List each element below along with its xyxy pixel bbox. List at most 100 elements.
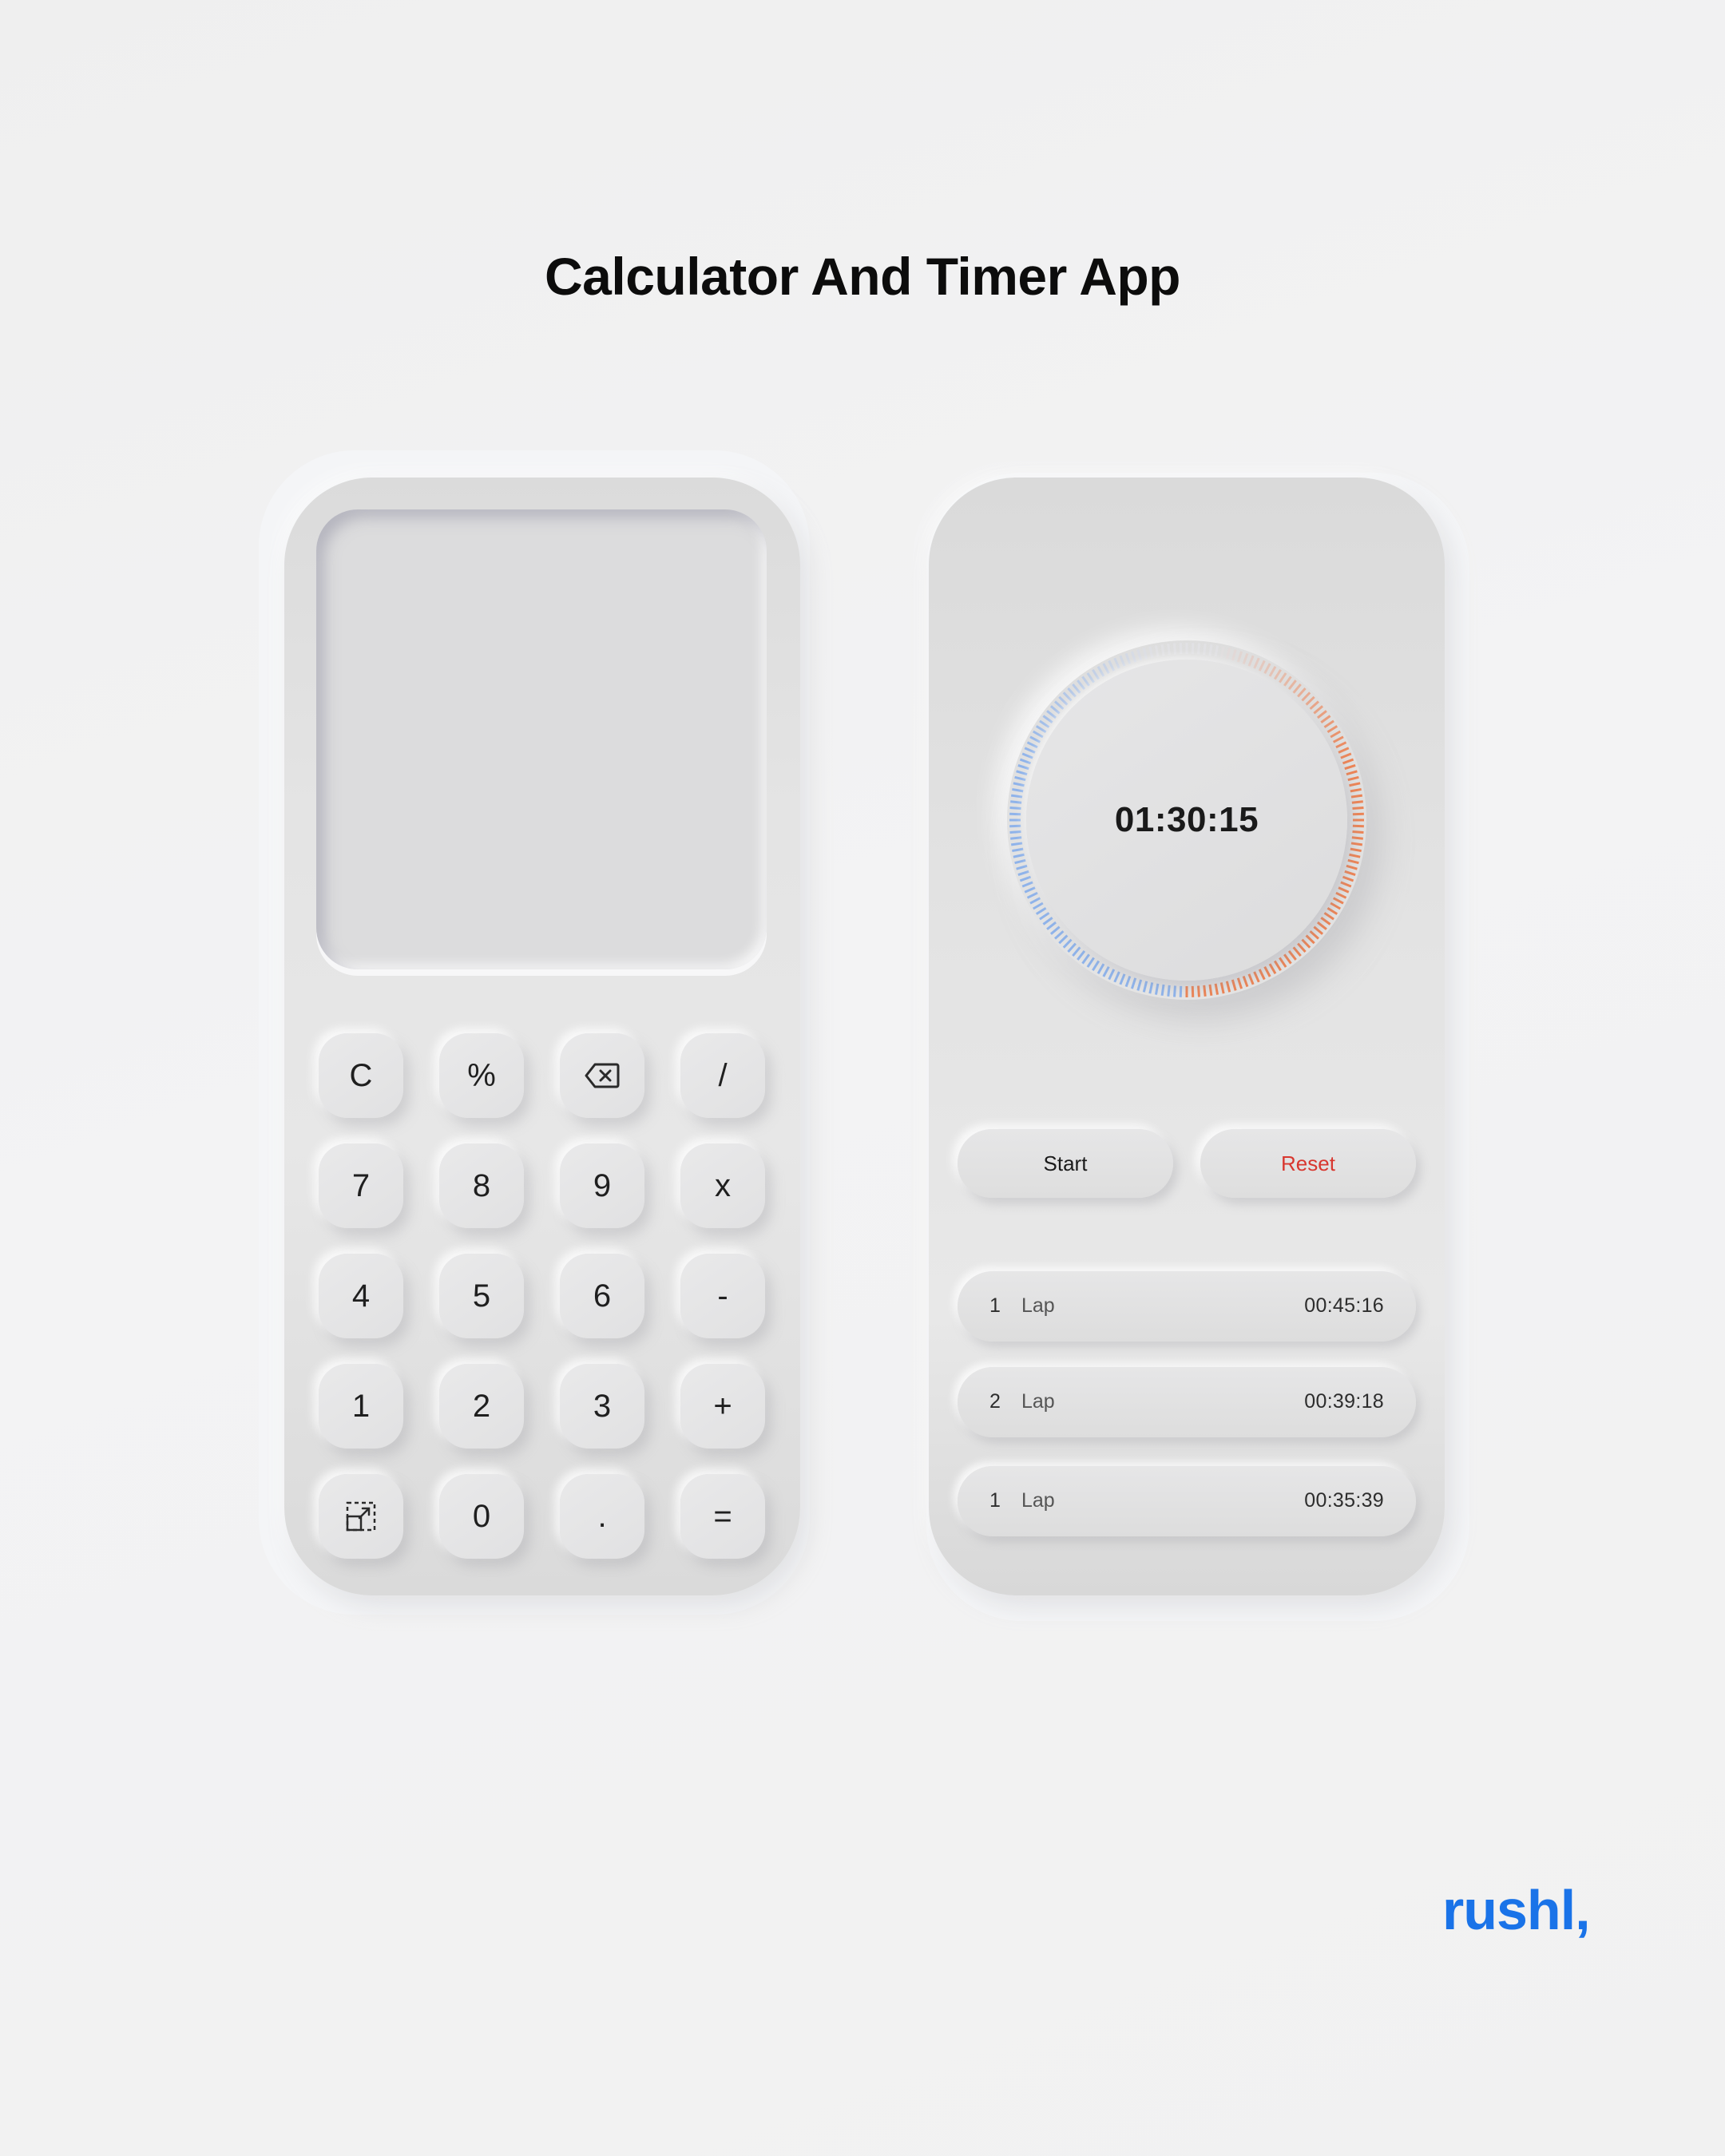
ring-tick	[1148, 646, 1154, 658]
ring-tick	[1219, 982, 1225, 994]
digit-6-key[interactable]: 6	[560, 1254, 644, 1338]
digit-7-key[interactable]: 7	[319, 1143, 403, 1228]
ring-tick	[1346, 864, 1358, 870]
ring-tick	[1072, 946, 1081, 957]
digit-0-key[interactable]: 0	[439, 1474, 524, 1559]
ring-tick	[1242, 975, 1249, 988]
ring-tick	[1026, 741, 1038, 749]
clear-key[interactable]: C	[319, 1033, 403, 1118]
ring-tick	[1263, 965, 1271, 977]
calculator-display	[316, 509, 767, 969]
ring-tick	[1130, 977, 1137, 989]
ring-tick	[1039, 719, 1050, 728]
ring-tick	[1021, 881, 1033, 888]
timer-dial-face[interactable]: 01:30:15	[1026, 660, 1347, 981]
ring-tick	[1350, 794, 1363, 799]
ring-tick	[1346, 770, 1358, 776]
ring-tick	[1236, 977, 1243, 989]
ring-tick	[1351, 800, 1363, 804]
ring-tick	[1113, 657, 1120, 669]
ring-tick	[1086, 957, 1095, 968]
ring-tick	[1342, 758, 1354, 765]
ring-tick	[1154, 645, 1160, 657]
ring-tick	[1330, 730, 1342, 739]
ring-tick	[1320, 715, 1331, 723]
decimal-key[interactable]: .	[560, 1474, 644, 1559]
ring-tick	[1096, 963, 1105, 975]
ring-tick	[1010, 800, 1022, 804]
ring-tick	[1077, 680, 1086, 691]
ring-tick	[1208, 984, 1213, 997]
brand-logo: rushl,	[1442, 1879, 1591, 1941]
ring-tick	[1349, 782, 1361, 787]
ring-tick	[1287, 680, 1297, 691]
ring-tick	[1021, 752, 1033, 759]
ring-tick	[1136, 979, 1143, 991]
lap-row: 1 Lap 00:45:16	[958, 1271, 1416, 1342]
reset-button[interactable]: Reset	[1200, 1129, 1416, 1198]
divide-key[interactable]: /	[680, 1033, 765, 1118]
scale-key[interactable]	[319, 1474, 403, 1559]
backspace-key[interactable]	[560, 1033, 644, 1118]
ring-tick	[1236, 651, 1243, 663]
ring-tick	[1012, 847, 1024, 853]
ring-tick	[1268, 963, 1277, 975]
lap-number: 2	[989, 1390, 1001, 1413]
ring-tick	[1258, 660, 1266, 672]
calculator-keypad: C% / 7 8 9 x 4 5 6- 1 2 3 +0. =	[319, 1033, 766, 1560]
digit-3-key[interactable]: 3	[560, 1364, 644, 1449]
ring-tick	[1247, 973, 1255, 985]
ring-tick	[1335, 891, 1347, 899]
ring-tick	[1032, 730, 1044, 739]
digit-4-key[interactable]: 4	[319, 1254, 403, 1338]
digit-8-key[interactable]: 8	[439, 1143, 524, 1228]
ring-tick	[1026, 891, 1038, 899]
digit-2-key[interactable]: 2	[439, 1364, 524, 1449]
ring-tick	[1160, 984, 1165, 997]
digit-5-key[interactable]: 5	[439, 1254, 524, 1338]
equals-key[interactable]: =	[680, 1474, 765, 1559]
ring-tick	[1042, 917, 1053, 925]
ring-tick	[1054, 930, 1065, 940]
digit-1-key[interactable]: 1	[319, 1364, 403, 1449]
page-title: Calculator And Timer App	[545, 247, 1180, 306]
multiply-key[interactable]: x	[680, 1143, 765, 1228]
start-button[interactable]: Start	[958, 1129, 1173, 1198]
minus-key[interactable]: -	[680, 1254, 765, 1338]
ring-tick	[1032, 902, 1044, 910]
ring-tick	[1092, 960, 1100, 972]
plus-key[interactable]: +	[680, 1364, 765, 1449]
ring-tick	[1225, 648, 1231, 660]
ring-tick	[1029, 897, 1041, 905]
ring-tick	[1344, 763, 1356, 771]
ring-tick	[1279, 957, 1287, 968]
ring-tick	[1167, 985, 1171, 997]
ring-tick	[1009, 830, 1021, 834]
ring-tick	[1214, 645, 1219, 657]
ring-tick	[1067, 942, 1077, 953]
lap-label: Lap	[1021, 1294, 1055, 1317]
ring-tick	[1349, 853, 1361, 858]
ring-tick	[1305, 934, 1315, 945]
ring-tick	[1323, 719, 1334, 728]
ring-tick	[1042, 715, 1053, 723]
ring-tick	[1292, 946, 1302, 957]
ring-tick	[1024, 747, 1036, 754]
lap-number: 1	[989, 1294, 1001, 1317]
ring-tick	[1316, 921, 1327, 930]
ring-tick	[1219, 646, 1225, 658]
ring-tick	[1347, 775, 1359, 782]
ring-tick	[1019, 758, 1032, 765]
digit-9-key[interactable]: 9	[560, 1143, 644, 1228]
ring-tick	[1352, 830, 1364, 834]
ring-tick	[1253, 657, 1260, 669]
ring-tick	[1268, 665, 1277, 677]
ring-tick	[1077, 949, 1086, 961]
ring-tick	[1067, 688, 1077, 698]
ring-tick	[1297, 688, 1307, 698]
ring-tick	[1016, 770, 1028, 776]
calculator-device: C% / 7 8 9 x 4 5 6- 1 2 3 +0. =	[284, 478, 800, 1595]
percent-key[interactable]: %	[439, 1033, 524, 1118]
ring-tick	[1013, 853, 1025, 858]
ring-tick	[1035, 725, 1047, 734]
